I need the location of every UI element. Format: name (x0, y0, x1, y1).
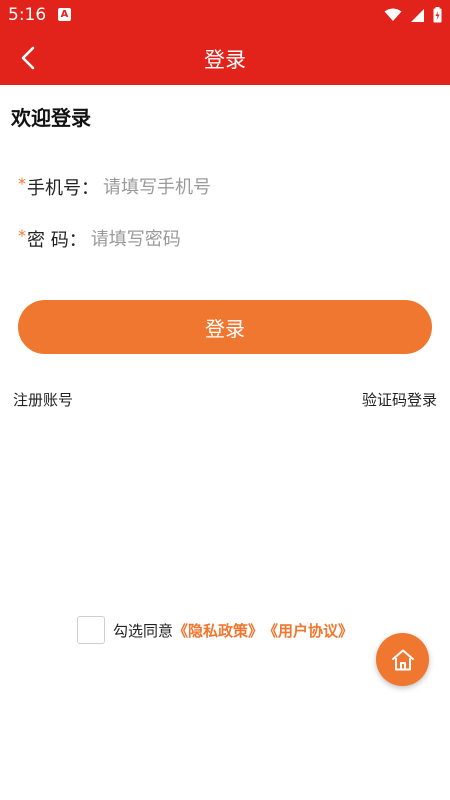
required-mark: * (18, 225, 26, 245)
home-icon (391, 649, 414, 670)
agreement-row: 勾选同意 《隐私政策》 《用户协议》 (77, 614, 353, 646)
welcome-heading: 欢迎登录 (11, 106, 91, 130)
phone-label: 手机号： (27, 178, 99, 199)
register-link[interactable]: 注册账号 (13, 389, 73, 410)
phone-input[interactable] (99, 172, 432, 202)
sms-login-link[interactable]: 验证码登录 (362, 389, 437, 410)
battery-charging-icon (433, 7, 442, 23)
status-icons (384, 6, 442, 24)
notification-app-icon: A (58, 8, 71, 21)
phone-row: * 手机号： (18, 171, 432, 203)
home-fab-button[interactable] (376, 633, 429, 686)
login-button[interactable]: 登录 (18, 300, 432, 354)
password-input[interactable] (86, 224, 432, 254)
agree-checkbox[interactable] (77, 616, 105, 644)
page-title: 登录 (204, 48, 246, 72)
privacy-policy-link[interactable]: 《隐私政策》 (173, 620, 263, 641)
password-label: 密 码： (27, 230, 87, 251)
wifi-icon (384, 8, 402, 21)
required-mark: * (18, 173, 26, 193)
status-bar: 5:16 A (0, 0, 450, 30)
password-row: * 密 码： (18, 223, 432, 255)
status-time: 5:16 (8, 5, 47, 25)
user-agreement-link[interactable]: 《用户协议》 (263, 620, 353, 641)
cell-signal-icon (411, 8, 424, 22)
agree-prefix-text: 勾选同意 (113, 621, 174, 640)
title-bar: 登录 (0, 30, 450, 85)
